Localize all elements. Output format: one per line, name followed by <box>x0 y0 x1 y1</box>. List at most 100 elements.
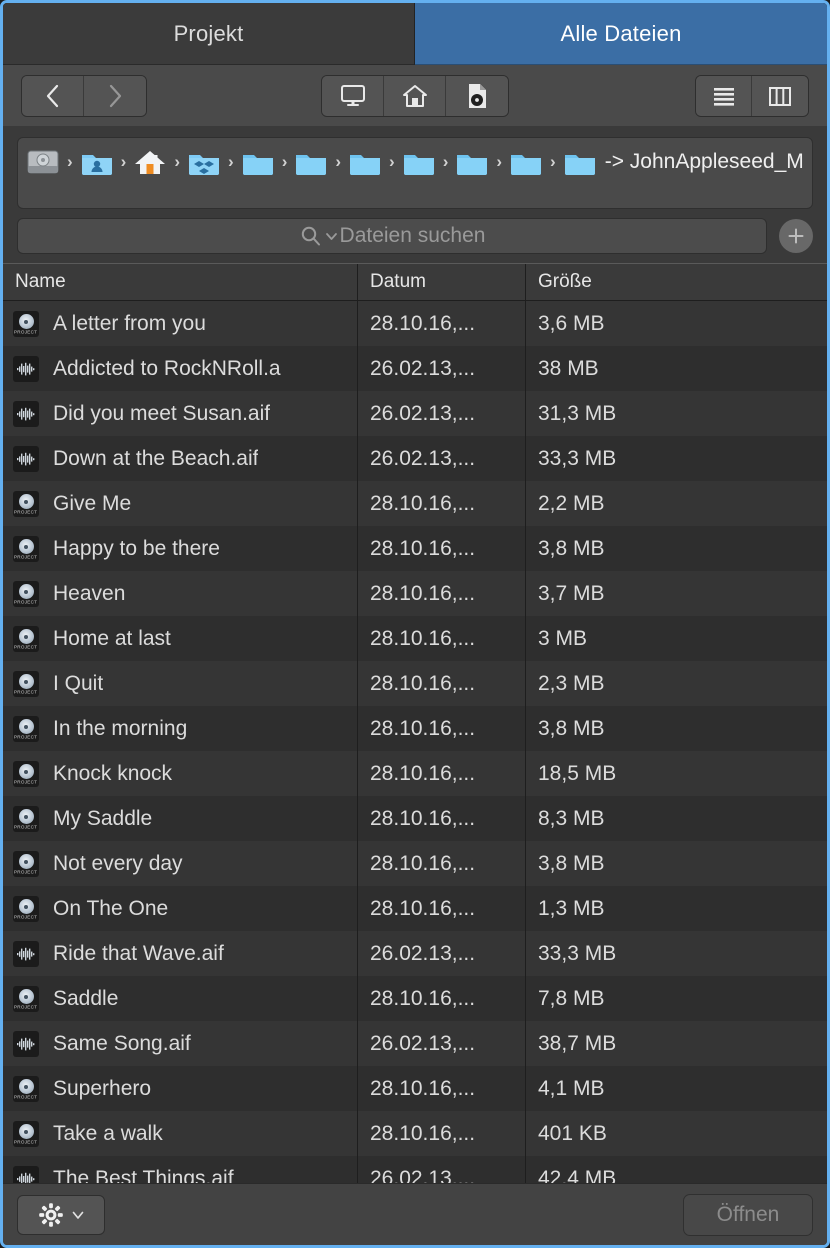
table-row[interactable]: The Best Things.aif26.02.13,...42,4 MB <box>3 1156 827 1183</box>
file-name: Down at the Beach.aif <box>39 447 258 471</box>
file-date: 28.10.16,... <box>370 762 475 786</box>
tab-projekt[interactable]: Projekt <box>3 3 415 65</box>
breadcrumb-separator: › <box>60 152 80 172</box>
table-row[interactable]: PROJECTA letter from you28.10.16,...3,6 … <box>3 301 827 346</box>
breadcrumb-separator: › <box>489 152 509 172</box>
breadcrumb-folder-1[interactable] <box>241 147 275 177</box>
table-row[interactable]: Addicted to RockNRoll.a26.02.13,...38 MB <box>3 346 827 391</box>
hard-disk-icon <box>26 147 60 177</box>
table-row[interactable]: PROJECTNot every day28.10.16,...3,8 MB <box>3 841 827 886</box>
table-row[interactable]: PROJECTTake a walk28.10.16,...401 KB <box>3 1111 827 1156</box>
folder-icon <box>509 147 543 177</box>
breadcrumb-disk[interactable] <box>26 147 60 177</box>
column-header-name[interactable]: Name <box>3 264 358 300</box>
breadcrumb-home[interactable] <box>133 147 167 177</box>
file-size: 3,8 MB <box>538 852 605 876</box>
file-size: 401 KB <box>538 1122 607 1146</box>
breadcrumb-folder-6[interactable] <box>509 147 543 177</box>
cell-size: 2,3 MB <box>526 661 827 706</box>
column-header-size[interactable]: Größe <box>526 264 827 300</box>
tab-bar: Projekt Alle Dateien <box>3 3 827 65</box>
forward-button[interactable] <box>84 76 146 116</box>
table-row[interactable]: PROJECTHome at last28.10.16,...3 MB <box>3 616 827 661</box>
cell-name: PROJECTGive Me <box>3 481 358 526</box>
file-name: Did you meet Susan.aif <box>39 402 270 426</box>
breadcrumb-users[interactable] <box>80 147 114 177</box>
breadcrumb-folder-4[interactable] <box>402 147 436 177</box>
home-button[interactable] <box>384 76 446 116</box>
disc-document-button[interactable] <box>446 76 508 116</box>
column-header-date[interactable]: Datum <box>358 264 526 300</box>
table-row[interactable]: PROJECTGive Me28.10.16,...2,2 MB <box>3 481 827 526</box>
file-size: 2,3 MB <box>538 672 605 696</box>
logic-project-icon: PROJECT <box>13 1121 39 1147</box>
breadcrumb-dropbox[interactable] <box>187 147 221 177</box>
search-row: Dateien suchen <box>3 209 827 263</box>
cell-name: Addicted to RockNRoll.a <box>3 346 358 391</box>
file-size: 3 MB <box>538 627 587 651</box>
file-name: In the morning <box>39 717 187 741</box>
action-menu-button[interactable] <box>17 1195 105 1235</box>
table-row[interactable]: PROJECTSaddle28.10.16,...7,8 MB <box>3 976 827 1021</box>
file-size: 3,8 MB <box>538 717 605 741</box>
table-row[interactable]: PROJECTIn the morning28.10.16,...3,8 MB <box>3 706 827 751</box>
list-view-button[interactable] <box>696 76 752 116</box>
file-date: 26.02.13,... <box>370 447 475 471</box>
column-view-button[interactable] <box>752 76 808 116</box>
table-row[interactable]: PROJECTOn The One28.10.16,...1,3 MB <box>3 886 827 931</box>
computer-button[interactable] <box>322 76 384 116</box>
tab-alle-dateien[interactable]: Alle Dateien <box>415 3 827 65</box>
file-name: Heaven <box>39 582 125 606</box>
breadcrumb-folder-5[interactable] <box>455 147 489 177</box>
table-row[interactable]: Did you meet Susan.aif26.02.13,...31,3 M… <box>3 391 827 436</box>
table-row[interactable]: PROJECTKnock knock28.10.16,...18,5 MB <box>3 751 827 796</box>
table-row[interactable]: Same Song.aif26.02.13,...38,7 MB <box>3 1021 827 1066</box>
cell-name: PROJECTSuperhero <box>3 1066 358 1111</box>
table-row[interactable]: PROJECTHeaven28.10.16,...3,7 MB <box>3 571 827 616</box>
file-name: Superhero <box>39 1077 151 1101</box>
table-row[interactable]: Ride that Wave.aif26.02.13,...33,3 MB <box>3 931 827 976</box>
cell-size: 2,2 MB <box>526 481 827 526</box>
cell-date: 28.10.16,... <box>358 526 526 571</box>
file-browser-window: Projekt Alle Dateien <box>0 0 830 1248</box>
tab-projekt-label: Projekt <box>174 21 244 47</box>
cell-size: 7,8 MB <box>526 976 827 1021</box>
breadcrumb-folder-7[interactable] <box>563 147 597 177</box>
cell-name: PROJECTHeaven <box>3 571 358 616</box>
file-name: Same Song.aif <box>39 1032 191 1056</box>
logic-project-icon: PROJECT <box>13 806 39 832</box>
file-date: 28.10.16,... <box>370 852 475 876</box>
breadcrumb-current-path: -> JohnAppleseed_M <box>597 150 804 174</box>
open-button-label: Öffnen <box>717 1203 780 1227</box>
file-name: I Quit <box>39 672 103 696</box>
cell-date: 28.10.16,... <box>358 616 526 661</box>
chevron-down-icon[interactable] <box>325 230 338 243</box>
view-mode-group <box>695 75 809 117</box>
cell-date: 26.02.13,... <box>358 931 526 976</box>
table-row[interactable]: PROJECTI Quit28.10.16,...2,3 MB <box>3 661 827 706</box>
logic-project-icon: PROJECT <box>13 1076 39 1102</box>
breadcrumb-folder-2[interactable] <box>294 147 328 177</box>
audio-waveform-icon <box>13 941 39 967</box>
search-input[interactable]: Dateien suchen <box>17 218 767 254</box>
open-button[interactable]: Öffnen <box>683 1194 813 1236</box>
back-button[interactable] <box>22 76 84 116</box>
cell-name: PROJECTOn The One <box>3 886 358 931</box>
folder-icon <box>455 147 489 177</box>
breadcrumb-folder-3[interactable] <box>348 147 382 177</box>
tab-alle-dateien-label: Alle Dateien <box>560 21 681 47</box>
file-list: Name Datum Größe PROJECTA letter from yo… <box>3 263 827 1183</box>
table-row[interactable]: PROJECTHappy to be there28.10.16,...3,8 … <box>3 526 827 571</box>
add-button[interactable] <box>779 219 813 253</box>
audio-waveform-icon <box>13 401 39 427</box>
file-size: 38,7 MB <box>538 1032 616 1056</box>
file-date: 26.02.13,... <box>370 942 475 966</box>
table-row[interactable]: PROJECTMy Saddle28.10.16,...8,3 MB <box>3 796 827 841</box>
search-icon[interactable] <box>299 224 323 248</box>
cell-name: PROJECTSaddle <box>3 976 358 1021</box>
audio-waveform-icon <box>13 356 39 382</box>
table-row[interactable]: PROJECTSuperhero28.10.16,...4,1 MB <box>3 1066 827 1111</box>
table-row[interactable]: Down at the Beach.aif26.02.13,...33,3 MB <box>3 436 827 481</box>
cell-date: 28.10.16,... <box>358 751 526 796</box>
cell-date: 28.10.16,... <box>358 571 526 616</box>
